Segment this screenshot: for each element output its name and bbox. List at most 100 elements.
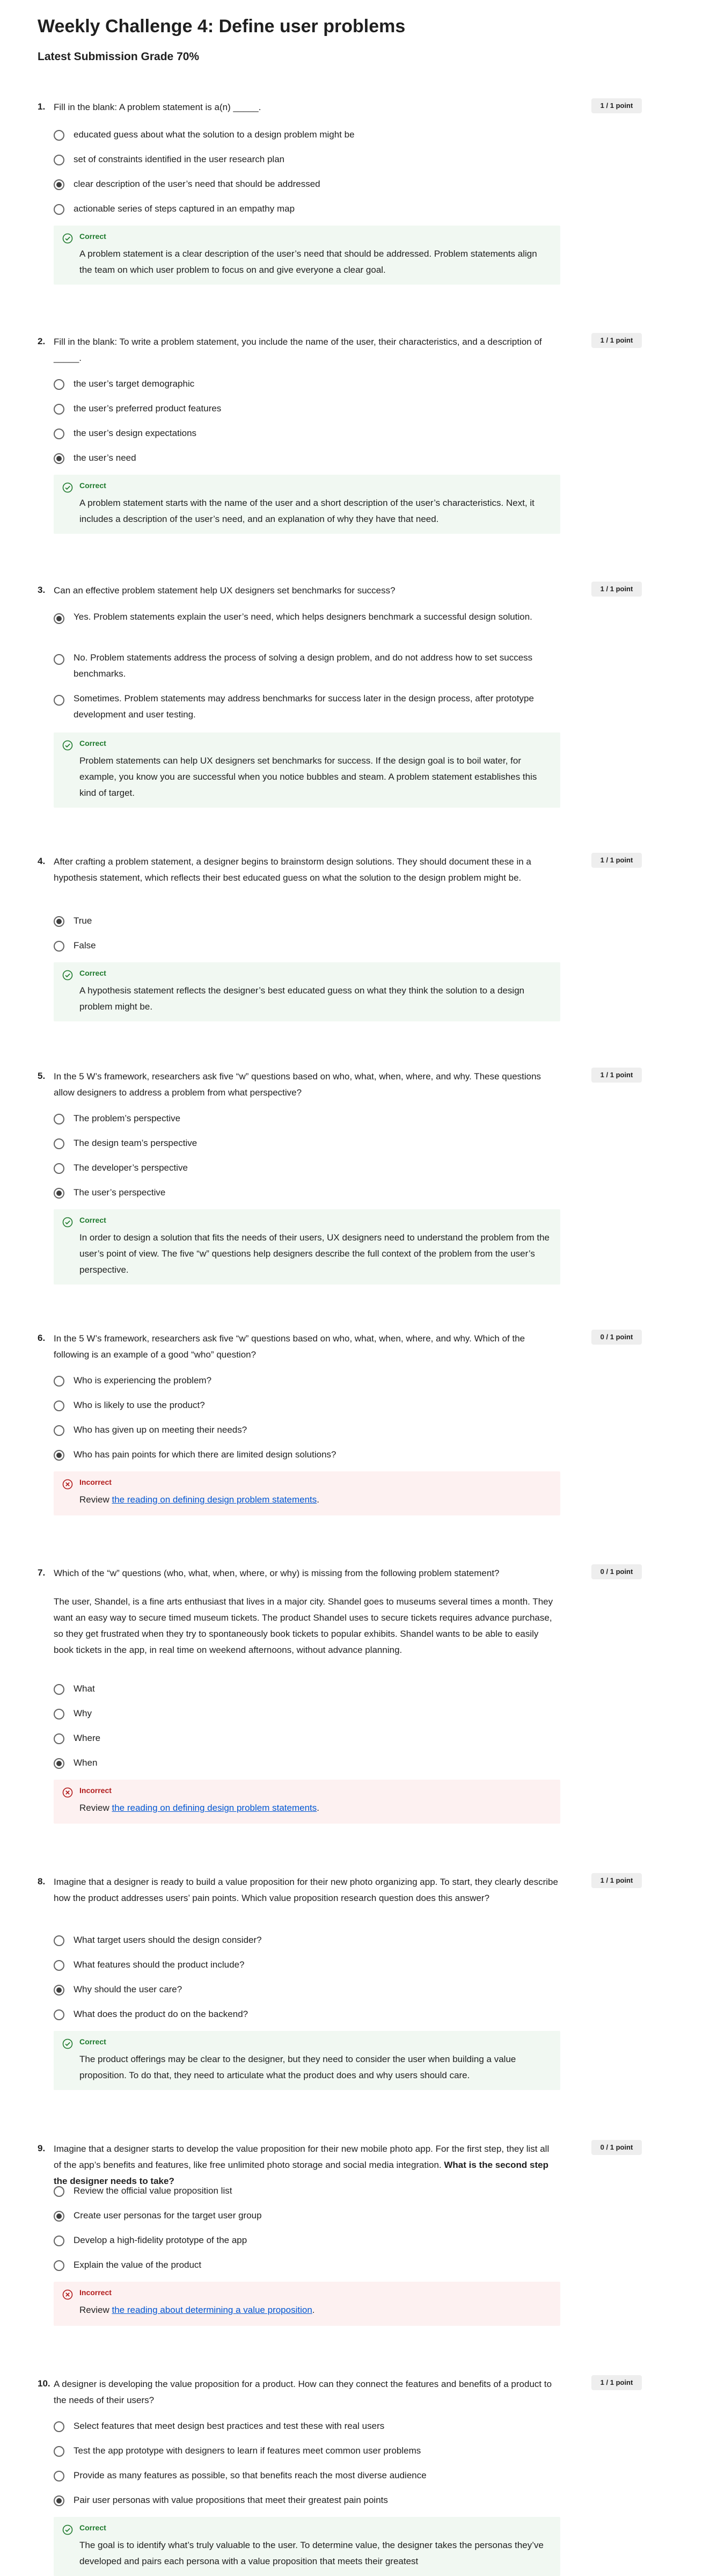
radio-empty-icon[interactable] [54,130,64,141]
answer-option[interactable]: Create user personas for the target user… [54,2208,558,2224]
feedback-correct: Correct A problem statement starts with t… [54,475,560,534]
answer-option[interactable]: The problem’s perspective [54,1111,558,1127]
x-circle-icon [62,2289,73,2300]
radio-empty-icon[interactable] [54,1709,64,1719]
question-text-main: A designer is developing the value propo… [54,2379,552,2405]
answer-option[interactable]: Who is experiencing the problem? [54,1373,558,1389]
answer-option[interactable]: Where [54,1730,558,1746]
radio-empty-icon[interactable] [54,2236,64,2246]
answer-option[interactable]: True [54,913,558,929]
radio-empty-icon[interactable] [54,404,64,415]
question-number: 2. [38,336,46,346]
radio-selected-icon[interactable] [54,1758,64,1769]
answer-option[interactable]: False [54,938,558,954]
radio-empty-icon[interactable] [54,1138,64,1149]
points-badge: 1 / 1 point [591,1873,642,1888]
answer-option[interactable]: Sometimes. Problem statements may addres… [54,692,558,724]
radio-selected-icon[interactable] [54,916,64,927]
check-circle-icon [62,740,73,751]
answer-option[interactable]: educated guess about what the solution t… [54,127,558,143]
answer-option-label: Sometimes. Problem statements may addres… [74,693,534,720]
radio-empty-icon[interactable] [54,654,64,665]
answer-option[interactable]: The design team’s perspective [54,1135,558,1151]
answer-option[interactable]: Develop a high-fidelity prototype of the… [54,2232,558,2248]
answer-option[interactable]: What target users should the design cons… [54,1932,558,1948]
answer-option[interactable]: the user’s target demographic [54,376,558,392]
radio-selected-icon[interactable] [54,179,64,190]
question-text-main: Which of the “w” questions (who, what, w… [54,1568,500,1578]
review-reading-link[interactable]: the reading on defining design problem s… [112,1494,317,1505]
points-badge: 1 / 1 point [591,333,642,348]
answer-option[interactable]: Why [54,1706,558,1722]
check-circle-icon [62,2524,73,2535]
check-circle-icon [62,482,73,493]
answer-option[interactable]: the user’s preferred product features [54,401,558,417]
radio-empty-icon[interactable] [54,1425,64,1436]
answer-option[interactable]: What does the product do on the backend? [54,2006,558,2022]
answer-option[interactable]: What [54,1681,558,1697]
radio-empty-icon[interactable] [54,1163,64,1174]
radio-empty-icon[interactable] [54,204,64,215]
answer-option[interactable]: clear description of the user’s need tha… [54,176,558,192]
question-text-main: Imagine that a designer is ready to buil… [54,1877,558,1903]
answer-option[interactable]: Select features that meet design best pr… [54,2418,558,2434]
feedback-body: A problem statement starts with the name… [79,498,534,524]
answer-option-label: The design team’s perspective [74,1138,197,1148]
answer-option[interactable]: Pair user personas with value propositio… [54,2492,558,2508]
radio-empty-icon[interactable] [54,1960,64,1971]
answer-option[interactable]: The user’s perspective [54,1185,558,1201]
radio-empty-icon[interactable] [54,2009,64,2020]
radio-selected-icon[interactable] [54,2211,64,2222]
radio-empty-icon[interactable] [54,2471,64,2481]
radio-empty-icon[interactable] [54,1401,64,1411]
answer-option[interactable]: Provide as many features as possible, so… [54,2468,558,2484]
radio-empty-icon[interactable] [54,2421,64,2432]
feedback-body: The goal is to identify what’s truly val… [79,2540,544,2566]
answer-option[interactable]: Who has given up on meeting their needs? [54,1422,558,1438]
radio-empty-icon[interactable] [54,379,64,390]
answer-option-label: Who has pain points for which there are … [74,1449,336,1460]
answer-option[interactable]: Who has pain points for which there are … [54,1447,558,1463]
answer-option[interactable]: the user’s need [54,450,558,466]
question-text-main: In the 5 W’s framework, researchers ask … [54,1333,525,1360]
radio-selected-icon[interactable] [54,1188,64,1199]
answer-option[interactable]: Yes. Problem statements explain the user… [54,610,558,642]
radio-empty-icon[interactable] [54,2186,64,2197]
answer-option[interactable]: What features should the product include… [54,1957,558,1973]
answer-option[interactable]: Why should the user care? [54,1982,558,1998]
answer-option[interactable]: Review the official value proposition li… [54,2183,558,2199]
answer-option[interactable]: Who is likely to use the product? [54,1397,558,1413]
answer-option-label: Yes. Problem statements explain the user… [74,612,532,622]
feedback-title: Correct [79,2037,106,2046]
radio-empty-icon[interactable] [54,2446,64,2457]
answer-option[interactable]: When [54,1755,558,1771]
review-reading-link[interactable]: the reading about determining a value pr… [112,2305,312,2315]
answer-option[interactable]: the user’s design expectations [54,425,558,441]
radio-empty-icon[interactable] [54,941,64,952]
answer-option[interactable]: The developer’s perspective [54,1160,558,1176]
radio-empty-icon[interactable] [54,695,64,706]
radio-empty-icon[interactable] [54,2260,64,2271]
radio-selected-icon[interactable] [54,1985,64,1996]
radio-empty-icon[interactable] [54,155,64,165]
answer-option[interactable]: set of constraints identified in the use… [54,151,558,168]
answer-option-label: True [74,916,92,926]
question-text: Imagine that a designer is ready to buil… [54,1874,558,1906]
radio-selected-icon[interactable] [54,453,64,464]
radio-empty-icon[interactable] [54,1935,64,1946]
answer-option[interactable]: Test the app prototype with designers to… [54,2443,558,2459]
radio-empty-icon[interactable] [54,1684,64,1695]
radio-empty-icon[interactable] [54,1376,64,1387]
radio-selected-icon[interactable] [54,613,64,624]
radio-empty-icon[interactable] [54,1733,64,1744]
answer-option[interactable]: Explain the value of the product [54,2257,558,2273]
answer-option[interactable]: actionable series of steps captured in a… [54,201,558,217]
radio-selected-icon[interactable] [54,2495,64,2506]
answer-option-label: Who has given up on meeting their needs? [74,1425,247,1435]
review-reading-link[interactable]: the reading on defining design problem s… [112,1803,317,1813]
radio-empty-icon[interactable] [54,429,64,439]
radio-selected-icon[interactable] [54,1450,64,1461]
answer-option[interactable]: No. Problem statements address the proce… [54,651,558,683]
feedback-title: Correct [79,232,106,241]
radio-empty-icon[interactable] [54,1114,64,1124]
